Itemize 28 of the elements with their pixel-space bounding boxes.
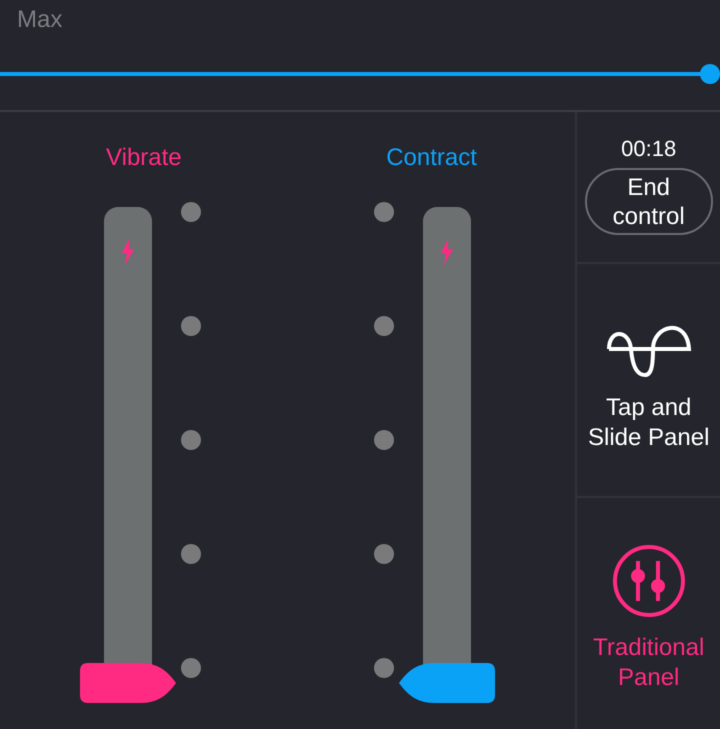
channel-slider[interactable]: [398, 207, 495, 703]
sliders-icon: [610, 543, 687, 620]
level-dot: [180, 658, 201, 678]
mode-tab[interactable]: Tap and Slide Panel: [577, 264, 720, 498]
level-dot: [374, 658, 394, 678]
timer: 00:18: [621, 136, 676, 162]
channel-handle[interactable]: [398, 663, 495, 703]
slider-thumb[interactable]: [700, 64, 720, 84]
lightning-icon: [438, 239, 455, 265]
level-dot: [374, 430, 394, 450]
level-dot: [180, 544, 201, 564]
level-dot: [374, 316, 394, 336]
end-control-button[interactable]: End control: [584, 168, 713, 235]
level-dot: [180, 316, 201, 336]
channel-slider[interactable]: [80, 207, 176, 703]
channel-handle[interactable]: [80, 663, 176, 703]
level-dot: [374, 202, 394, 222]
level-dot: [374, 544, 394, 564]
lightning-icon: [120, 239, 136, 265]
mode-label: Tap and Slide Panel: [586, 392, 710, 453]
level-dot: [180, 202, 201, 222]
level-dot: [180, 430, 201, 450]
channel-label: Contract: [386, 144, 477, 172]
intensity-slider[interactable]: [0, 64, 720, 84]
mode-tab[interactable]: Traditional Panel: [577, 498, 720, 729]
intensity-label: Max: [16, 5, 62, 34]
channel-label: Vibrate: [106, 144, 182, 172]
mode-label: Traditional Panel: [592, 633, 706, 694]
